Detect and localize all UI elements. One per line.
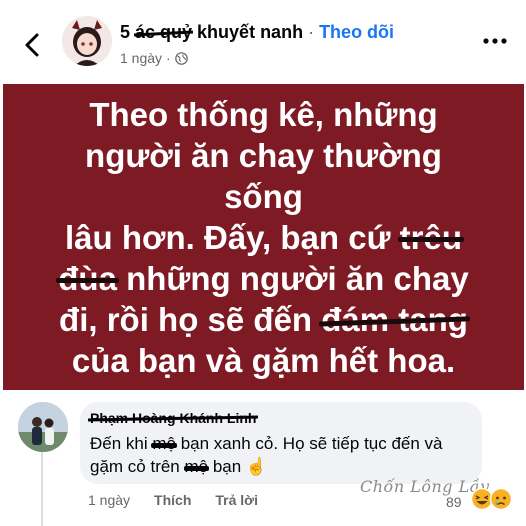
comment-time[interactable]: 1 ngày	[88, 492, 130, 508]
back-arrow-icon[interactable]	[20, 30, 44, 60]
scribbled-word-1: mộ	[152, 434, 176, 453]
like-button[interactable]: Thích	[154, 492, 191, 508]
meta-separator: ·	[166, 50, 171, 66]
globe-icon	[174, 51, 188, 65]
commenter-avatar[interactable]	[18, 402, 68, 452]
post-text: Theo thống kê, những người ăn chay thườn…	[49, 94, 479, 381]
reply-button[interactable]: Trả lời	[215, 492, 258, 508]
comment-text-a: Đến khi	[90, 434, 153, 453]
post-line-4: đùa những người ăn chay	[49, 258, 479, 299]
scribbled-word-2: mộ	[184, 457, 209, 476]
author-avatar[interactable]	[62, 16, 112, 66]
comment-author[interactable]: Phạm Hoàng Khánh Linh	[90, 410, 256, 426]
haha-reaction-icon	[470, 487, 494, 511]
comment-bubble[interactable]: Phạm Hoàng Khánh Linh Đến khi mộ bạn xan…	[80, 402, 482, 484]
post-time[interactable]: 1 ngày	[120, 50, 162, 66]
post-line-2: người ăn chay thường sống	[85, 136, 442, 215]
author-name-struck: ác quỷ	[135, 22, 193, 42]
struck-word-dam-tang: đám tang	[321, 300, 468, 338]
post-line-3: lâu hơn. Đấy, bạn cứ trêu	[49, 217, 479, 258]
post-line-4-text: những người ăn chay	[116, 259, 469, 297]
author-name-suffix: khuyết nanh	[192, 22, 304, 42]
reaction-count[interactable]: 89	[446, 494, 462, 510]
comment-actions: 1 ngày Thích Trả lời	[88, 492, 258, 508]
post-card[interactable]: Theo thống kê, những người ăn chay thườn…	[3, 84, 524, 390]
post-line-5: đi, rồi họ sẽ đến đám tang	[49, 299, 479, 340]
post-line-6: của bạn và gặm hết hoa.	[71, 341, 456, 379]
more-options-icon[interactable]	[482, 36, 508, 46]
comment-text-c: bạn ☝	[208, 457, 268, 476]
post-line-5-text: đi, rồi họ sẽ đến	[59, 300, 322, 338]
reaction-icons[interactable]	[470, 487, 516, 511]
author-name-prefix: 5	[120, 22, 136, 42]
struck-word-dua: đùa	[56, 259, 119, 297]
follow-button[interactable]: Theo dõi	[319, 22, 394, 42]
thread-line	[41, 452, 43, 526]
post-line-1: Theo thống kê, những	[89, 95, 438, 133]
post-meta: 1 ngày ·	[120, 50, 188, 66]
struck-word-treu: trêu	[397, 218, 465, 256]
author-name-line[interactable]: 5 ác quỷ khuyết nanh · Theo dõi	[120, 22, 394, 43]
post-header: 5 ác quỷ khuyết nanh · Theo dõi 1 ngày ·	[0, 0, 526, 82]
comment-text: Đến khi mộ bạn xanh cỏ. Họ sẽ tiếp tục đ…	[90, 432, 474, 478]
sad-reaction-icon	[489, 487, 513, 511]
post-line-3-text: lâu hơn. Đấy, bạn cứ	[65, 218, 400, 256]
separator-dot: ·	[303, 22, 320, 42]
